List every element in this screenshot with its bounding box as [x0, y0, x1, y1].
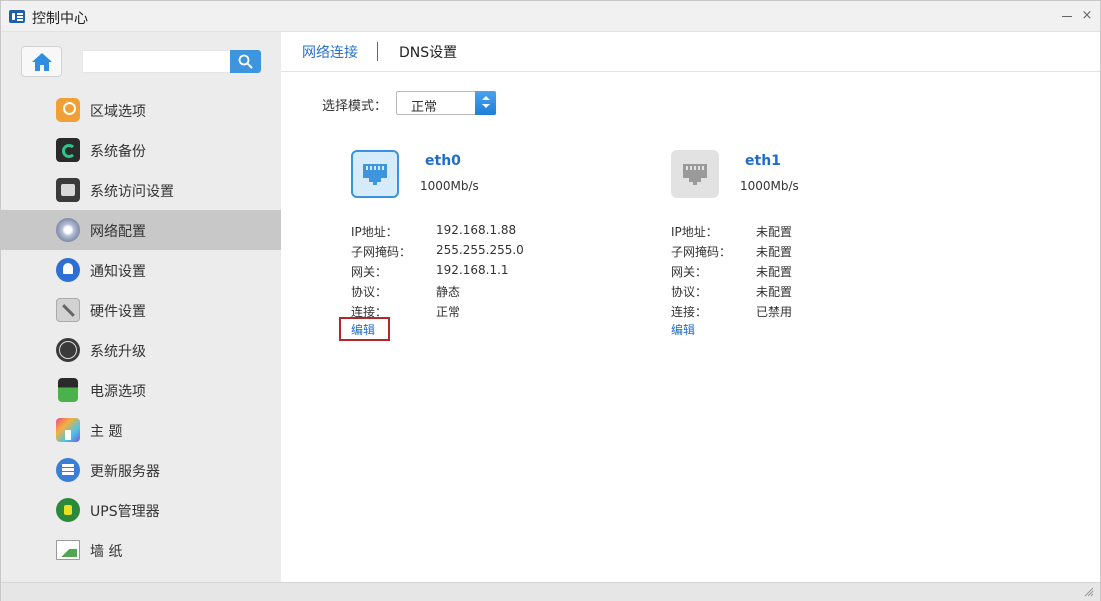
- power-icon: [58, 378, 78, 402]
- edit-eth1-link[interactable]: 编辑: [671, 321, 695, 338]
- info-value: 已禁用: [756, 305, 793, 319]
- info-value: 未配置: [756, 245, 793, 259]
- mode-select[interactable]: 正常: [396, 91, 496, 115]
- info-key: 连接：: [671, 305, 708, 319]
- info-value: 255.255.255.0: [436, 243, 524, 257]
- spinner-arrows-icon[interactable]: [475, 91, 496, 115]
- info-key: IP地址：: [351, 225, 398, 239]
- sidebar: 区域选项 系统备份 系统访问设置 网络配置 通知设置 硬件设置 系统升级 电源选…: [1, 32, 281, 582]
- info-value: 未配置: [756, 265, 793, 279]
- home-button[interactable]: [21, 46, 62, 77]
- sidebar-item-system-backup[interactable]: 系统备份: [1, 130, 281, 170]
- port-name: eth1: [745, 153, 781, 169]
- close-button[interactable]: ×: [1081, 9, 1093, 22]
- network-icon: [56, 218, 80, 242]
- control-center-app-icon: [9, 10, 25, 23]
- title-bar[interactable]: 控制中心 ×: [1, 1, 1100, 32]
- info-row-gateway: 网关： 未配置: [671, 263, 911, 283]
- home-icon: [32, 53, 52, 71]
- sidebar-item-label: 网络配置: [90, 224, 146, 240]
- sidebar-item-region-options[interactable]: 区域选项: [1, 90, 281, 130]
- backup-icon: [56, 138, 80, 162]
- minimize-button[interactable]: [1061, 10, 1073, 22]
- notification-icon: [56, 258, 80, 282]
- ethernet-port-icon: [671, 150, 719, 198]
- sidebar-item-label: 墙 纸: [90, 544, 123, 560]
- sidebar-item-label: 系统访问设置: [90, 184, 174, 200]
- mode-label: 选择模式：: [322, 99, 388, 114]
- info-row-ip: IP地址： 192.168.1.88: [351, 223, 591, 243]
- sidebar-nav: 区域选项 系统备份 系统访问设置 网络配置 通知设置 硬件设置 系统升级 电源选…: [1, 90, 281, 570]
- info-value: 正常: [436, 305, 461, 319]
- info-key: 协议：: [671, 285, 708, 299]
- tab-dns-settings[interactable]: DNS设置: [399, 42, 457, 62]
- info-value: 未配置: [756, 285, 793, 299]
- port-speed: 1000Mb/s: [420, 179, 479, 193]
- edit-eth0-link[interactable]: 编辑: [351, 321, 375, 338]
- upgrade-icon: [56, 338, 80, 362]
- info-value: 未配置: [756, 225, 793, 239]
- sidebar-item-theme[interactable]: 主 题: [1, 410, 281, 450]
- sidebar-item-label: 系统升级: [90, 344, 146, 360]
- sidebar-item-power-options[interactable]: 电源选项: [1, 370, 281, 410]
- sidebar-item-update-server[interactable]: 更新服务器: [1, 450, 281, 490]
- search-icon: [238, 54, 253, 69]
- port-speed: 1000Mb/s: [740, 179, 799, 193]
- sidebar-item-label: 电源选项: [90, 384, 146, 400]
- ups-icon: [56, 498, 80, 522]
- info-value: 静态: [436, 285, 461, 299]
- wallpaper-icon: [56, 540, 80, 560]
- sidebar-item-wallpaper[interactable]: 墙 纸: [1, 530, 281, 570]
- access-icon: [56, 178, 80, 202]
- mode-select-value: 正常: [411, 100, 438, 115]
- info-key: 网关：: [351, 265, 388, 279]
- info-key: 子网掩码：: [351, 245, 412, 259]
- info-key: 子网掩码：: [671, 245, 732, 259]
- sidebar-item-label: 通知设置: [90, 264, 146, 280]
- info-key: 协议：: [351, 285, 388, 299]
- resize-grip-icon[interactable]: [1084, 587, 1094, 597]
- search-input[interactable]: [82, 50, 230, 73]
- update-server-icon: [56, 458, 80, 482]
- status-bar: [1, 582, 1100, 601]
- sidebar-item-label: 主 题: [90, 424, 123, 440]
- info-row-subnet: 子网掩码： 未配置: [671, 243, 911, 263]
- main-panel: 网络连接 DNS设置 选择模式： 正常 eth0 1000Mb/s IP地址：: [281, 32, 1100, 582]
- tab-network-connection[interactable]: 网络连接: [302, 42, 358, 62]
- network-port-eth1: eth1 1000Mb/s IP地址： 未配置 子网掩码： 未配置 网关： 未配…: [671, 150, 911, 350]
- hardware-icon: [56, 298, 80, 322]
- info-row-gateway: 网关： 192.168.1.1: [351, 263, 591, 283]
- control-center-window: 控制中心 × 区域选项 系统备份 系统访问设置 网络配置 通知设置 硬件设置 系…: [0, 0, 1101, 601]
- sidebar-item-label: 更新服务器: [90, 464, 160, 480]
- network-port-eth0: eth0 1000Mb/s IP地址： 192.168.1.88 子网掩码： 2…: [339, 150, 591, 350]
- port-name: eth0: [425, 153, 461, 169]
- sidebar-item-network-config[interactable]: 网络配置: [1, 210, 281, 250]
- window-title: 控制中心: [32, 11, 88, 27]
- info-row-ip: IP地址： 未配置: [671, 223, 911, 243]
- tab-bar: 网络连接 DNS设置: [281, 32, 1100, 72]
- sidebar-item-label: 区域选项: [90, 104, 146, 120]
- sidebar-item-hardware-settings[interactable]: 硬件设置: [1, 290, 281, 330]
- info-row-protocol: 协议： 静态: [351, 283, 591, 303]
- theme-icon: [56, 418, 80, 442]
- sidebar-item-notification-settings[interactable]: 通知设置: [1, 250, 281, 290]
- sidebar-item-label: UPS管理器: [90, 504, 160, 520]
- info-value: 192.168.1.88: [436, 223, 517, 237]
- sidebar-item-system-upgrade[interactable]: 系统升级: [1, 330, 281, 370]
- sidebar-item-ups-manager[interactable]: UPS管理器: [1, 490, 281, 530]
- ethernet-port-icon: [351, 150, 399, 198]
- region-icon: [56, 98, 80, 122]
- sidebar-item-label: 硬件设置: [90, 304, 146, 320]
- info-row-connection: 连接： 已禁用: [671, 303, 911, 323]
- info-key: IP地址：: [671, 225, 718, 239]
- sidebar-item-system-access[interactable]: 系统访问设置: [1, 170, 281, 210]
- info-row-protocol: 协议： 未配置: [671, 283, 911, 303]
- info-row-subnet: 子网掩码： 255.255.255.0: [351, 243, 591, 263]
- info-key: 网关：: [671, 265, 708, 279]
- sidebar-item-label: 系统备份: [90, 144, 146, 160]
- tab-divider: [377, 42, 378, 61]
- info-value: 192.168.1.1: [436, 263, 509, 277]
- search-button[interactable]: [230, 50, 261, 73]
